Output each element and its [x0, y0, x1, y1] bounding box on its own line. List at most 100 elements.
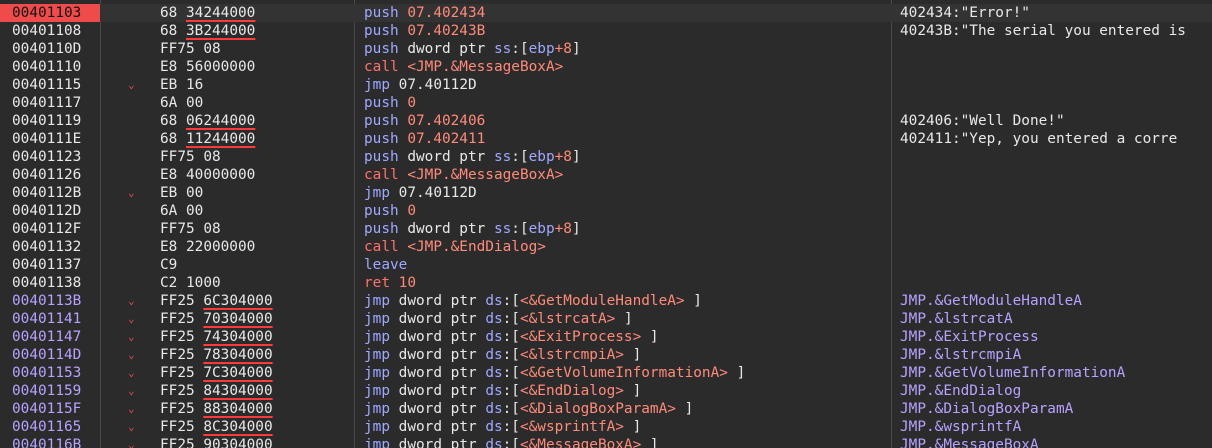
- instruction[interactable]: push dword ptr ss:[ebp+8]: [364, 148, 889, 166]
- opcode: FF25: [160, 311, 195, 327]
- jump-arrow-icon[interactable]: ⌄: [128, 76, 148, 94]
- jump-arrow-icon[interactable]: ⌄: [128, 418, 148, 436]
- instruction[interactable]: jmp dword ptr ds:[<&wsprintfA> ]: [364, 418, 889, 436]
- address[interactable]: 00401110: [0, 58, 100, 76]
- disasm-row[interactable]: 0040116B ⌄ FF25 90304000 jmp dword ptr ds:[…: [0, 436, 1212, 448]
- base-register: ebp: [528, 221, 555, 237]
- disasm-row[interactable]: 00401117 6A 00 push 0: [0, 94, 1212, 112]
- bracket-open: :[: [502, 311, 520, 327]
- address[interactable]: 00401138: [0, 274, 100, 292]
- disasm-row[interactable]: 00401159 ⌄ FF25 84304000 jmp dword ptr ds:[…: [0, 382, 1212, 400]
- instruction[interactable]: call <JMP.&MessageBoxA>: [364, 58, 889, 76]
- address[interactable]: 0040115F: [0, 400, 100, 418]
- disasm-row[interactable]: 00401123 FF75 08 push dword ptr ss:[ebp+8]: [0, 148, 1212, 166]
- bracket-open: :[: [502, 365, 520, 381]
- address[interactable]: 00401159: [0, 382, 100, 400]
- instruction[interactable]: push 07.402411: [364, 130, 889, 148]
- bracket-open: :[: [511, 221, 529, 237]
- address[interactable]: 00401117: [0, 94, 100, 112]
- disasm-row[interactable]: 00401138 C2 1000 ret 10: [0, 274, 1212, 292]
- disasm-row[interactable]: 0040111E 68 11244000 push 07.402411 402411:…: [0, 130, 1212, 148]
- instruction[interactable]: jmp dword ptr ds:[<&lstrcmpiA> ]: [364, 346, 889, 364]
- address[interactable]: 00401137: [0, 256, 100, 274]
- disasm-row[interactable]: 0040113B ⌄ FF25 6C304000 jmp dword ptr ds:[…: [0, 292, 1212, 310]
- disasm-row[interactable]: 0040110D FF75 08 push dword ptr ss:[ebp+8]: [0, 40, 1212, 58]
- instruction[interactable]: push dword ptr ss:[ebp+8]: [364, 220, 889, 238]
- disasm-row[interactable]: 0040112F FF75 08 push dword ptr ss:[ebp+8]: [0, 220, 1212, 238]
- address[interactable]: 00401115: [0, 76, 100, 94]
- address[interactable]: 0040112B: [0, 184, 100, 202]
- address[interactable]: 00401119: [0, 112, 100, 130]
- instruction[interactable]: call <JMP.&MessageBoxA>: [364, 166, 889, 184]
- disasm-row[interactable]: 00401141 ⌄ FF25 70304000 jmp dword ptr ds:[…: [0, 310, 1212, 328]
- disasm-row[interactable]: 00401110 E8 56000000 call <JMP.&MessageBox…: [0, 58, 1212, 76]
- jump-arrow-icon[interactable]: ⌄: [128, 364, 148, 382]
- disasm-row[interactable]: 0040112B ⌄ EB 00 jmp 07.40112D: [0, 184, 1212, 202]
- opcode: FF25: [160, 383, 195, 399]
- disasm-row[interactable]: 00401132 E8 22000000 call <JMP.&EndDialog>: [0, 238, 1212, 256]
- disasm-row[interactable]: 00401126 E8 40000000 call <JMP.&MessageBox…: [0, 166, 1212, 184]
- address[interactable]: 00401153: [0, 364, 100, 382]
- import-symbol: <&ExitProcess>: [519, 329, 642, 345]
- disasm-row[interactable]: 00401147 ⌄ FF25 74304000 jmp dword ptr ds:[…: [0, 328, 1212, 346]
- disasm-row[interactable]: 0040114D ⌄ FF25 78304000 jmp dword ptr ds:[…: [0, 346, 1212, 364]
- disasm-row[interactable]: 00401115 ⌄ EB 16 jmp 07.40112D: [0, 76, 1212, 94]
- segment-register: ds: [485, 365, 503, 381]
- disasm-row[interactable]: 00401165 ⌄ FF25 8C304000 jmp dword ptr ds:[…: [0, 418, 1212, 436]
- displacement: +8: [554, 149, 572, 165]
- disasm-row[interactable]: 00401119 68 06244000 push 07.402406 402406:…: [0, 112, 1212, 130]
- instruction[interactable]: jmp dword ptr ds:[<&EndDialog> ]: [364, 382, 889, 400]
- address[interactable]: 00401165: [0, 418, 100, 436]
- mnemonic: jmp: [364, 329, 390, 345]
- instruction[interactable]: ret 10: [364, 274, 889, 292]
- jump-arrow-icon[interactable]: ⌄: [128, 400, 148, 418]
- mnemonic: jmp: [364, 347, 390, 363]
- disasm-row[interactable]: 0040115F ⌄ FF25 88304000 jmp dword ptr ds:[…: [0, 400, 1212, 418]
- jump-arrow-icon[interactable]: ⌄: [128, 436, 148, 448]
- jump-arrow-icon[interactable]: ⌄: [128, 328, 148, 346]
- address[interactable]: 00401126: [0, 166, 100, 184]
- address[interactable]: 00401123: [0, 148, 100, 166]
- jump-arrow-icon[interactable]: ⌄: [128, 310, 148, 328]
- address[interactable]: 0040112F: [0, 220, 100, 238]
- instruction[interactable]: push dword ptr ss:[ebp+8]: [364, 40, 889, 58]
- instruction[interactable]: push 07.402406: [364, 112, 889, 130]
- instruction[interactable]: push 0: [364, 94, 889, 112]
- disasm-row[interactable]: 00401137 C9 leave: [0, 256, 1212, 274]
- address[interactable]: 0040114D: [0, 346, 100, 364]
- current-instruction-address[interactable]: 00401103: [0, 4, 100, 22]
- address[interactable]: 00401147: [0, 328, 100, 346]
- address[interactable]: 0040111E: [0, 130, 100, 148]
- disasm-row[interactable]: 0040112D 6A 00 push 0: [0, 202, 1212, 220]
- address[interactable]: 0040113B: [0, 292, 100, 310]
- jump-arrow-icon[interactable]: ⌄: [128, 184, 148, 202]
- disassembly-view[interactable]: 00401103 68 34244000 push 07.402434 402434:…: [0, 0, 1212, 448]
- disasm-row[interactable]: 00401103 68 34244000 push 07.402434 402434:…: [0, 4, 1212, 22]
- instruction[interactable]: call <JMP.&EndDialog>: [364, 238, 889, 256]
- jump-arrow-icon[interactable]: ⌄: [128, 382, 148, 400]
- instruction[interactable]: jmp 07.40112D: [364, 184, 889, 202]
- instruction[interactable]: push 07.402434: [364, 4, 889, 22]
- instruction[interactable]: leave: [364, 256, 889, 274]
- disasm-row[interactable]: 00401108 68 3B244000 push 07.40243B 40243B:…: [0, 22, 1212, 40]
- instruction[interactable]: jmp 07.40112D: [364, 76, 889, 94]
- address[interactable]: 0040110D: [0, 40, 100, 58]
- opcode-bytes: EB 00: [160, 184, 350, 202]
- instruction[interactable]: jmp dword ptr ds:[<&MessageBoxA> ]: [364, 436, 889, 448]
- instruction[interactable]: jmp dword ptr ds:[<&ExitProcess> ]: [364, 328, 889, 346]
- instruction[interactable]: jmp dword ptr ds:[<&GetVolumeInformation…: [364, 364, 889, 382]
- instruction[interactable]: jmp dword ptr ds:[<&lstrcatA> ]: [364, 310, 889, 328]
- instruction[interactable]: jmp dword ptr ds:[<&DialogBoxParamA> ]: [364, 400, 889, 418]
- address[interactable]: 0040116B: [0, 436, 100, 448]
- instruction[interactable]: push 0: [364, 202, 889, 220]
- jump-arrow-icon[interactable]: ⌄: [128, 292, 148, 310]
- instruction[interactable]: jmp dword ptr ds:[<&GetModuleHandleA> ]: [364, 292, 889, 310]
- instruction[interactable]: push 07.40243B: [364, 22, 889, 40]
- jump-arrow-icon[interactable]: ⌄: [128, 346, 148, 364]
- opcode-bytes: 6A 00: [160, 202, 350, 220]
- address[interactable]: 00401141: [0, 310, 100, 328]
- address[interactable]: 0040112D: [0, 202, 100, 220]
- address[interactable]: 00401108: [0, 22, 100, 40]
- address[interactable]: 00401132: [0, 238, 100, 256]
- disasm-row[interactable]: 00401153 ⌄ FF25 7C304000 jmp dword ptr ds:[…: [0, 364, 1212, 382]
